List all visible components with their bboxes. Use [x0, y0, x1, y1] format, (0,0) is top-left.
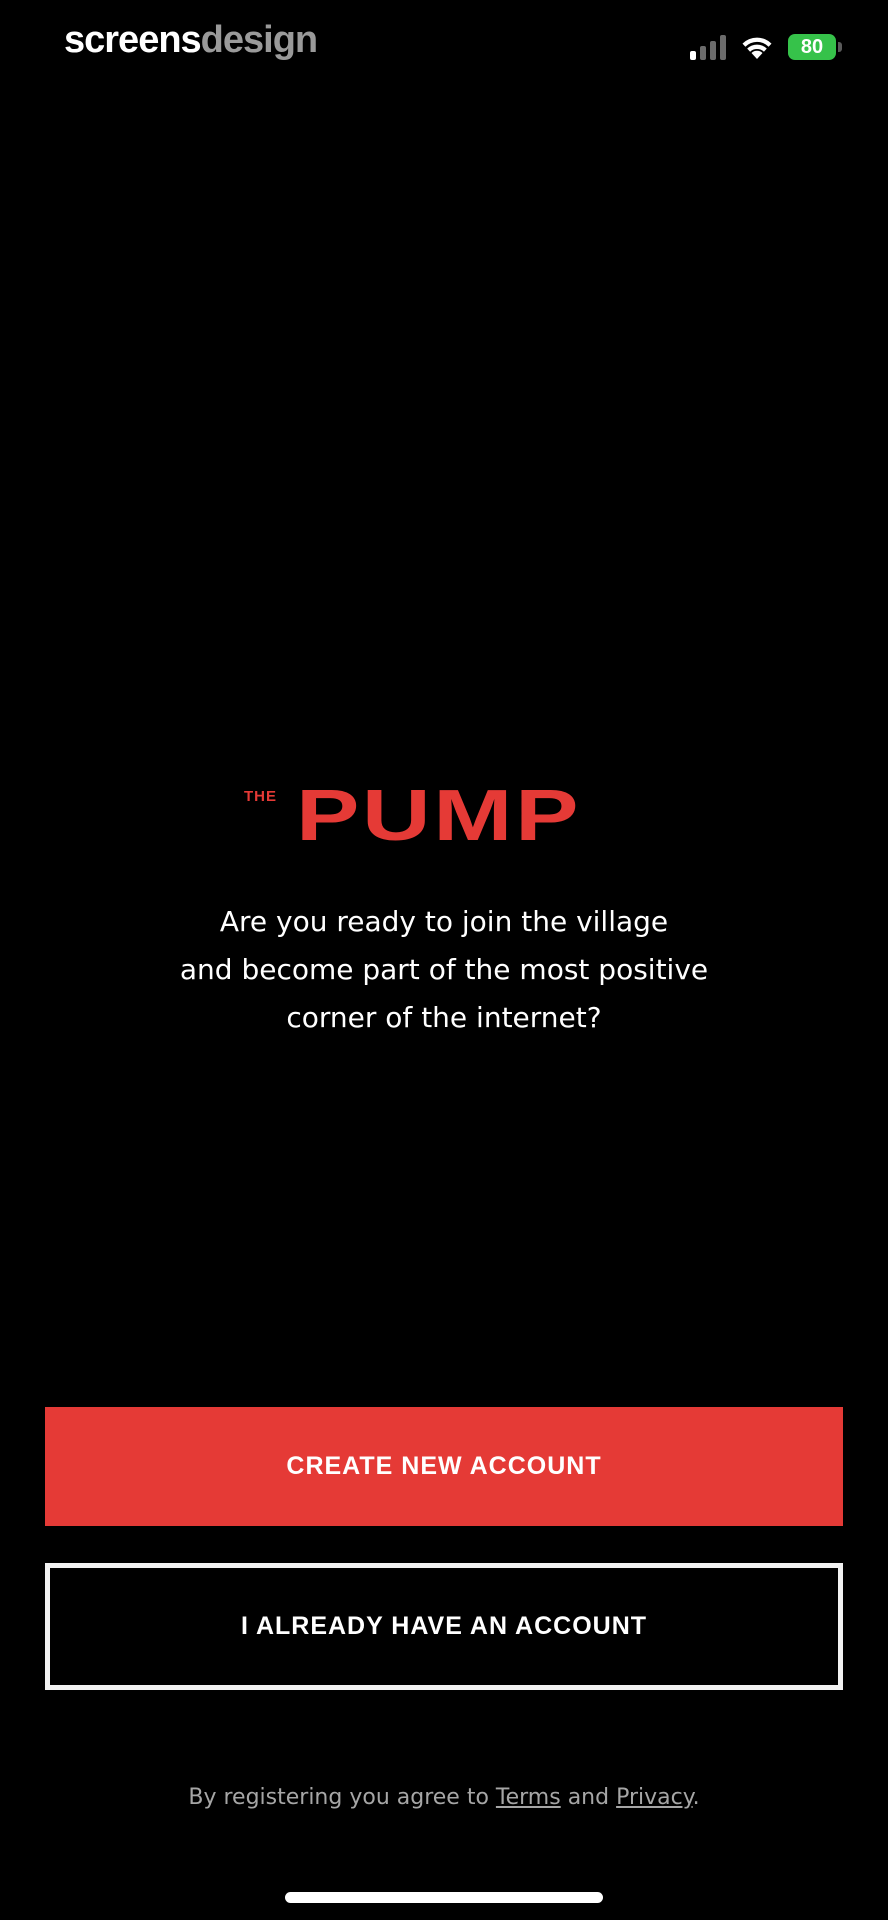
tagline-line-1: Are you ready to join the village [219, 905, 669, 938]
tagline-line-3: corner of the internet? [286, 1001, 602, 1034]
login-button[interactable]: I ALREADY HAVE AN ACCOUNT [45, 1563, 843, 1690]
create-account-button[interactable]: CREATE NEW ACCOUNT [45, 1407, 843, 1526]
legal-suffix: . [692, 1785, 700, 1810]
login-label: I ALREADY HAVE AN ACCOUNT [240, 1612, 648, 1640]
legal-notice: By registering you agree to Terms and Pr… [0, 1780, 888, 1816]
watermark-part-b: design [200, 19, 318, 61]
cellular-signal-icon [690, 34, 726, 60]
status-bar: screensdesign 80 [0, 0, 888, 90]
create-account-label: CREATE NEW ACCOUNT [286, 1452, 602, 1480]
logo-wordmark: THE PUMP [244, 776, 644, 856]
wifi-icon [740, 34, 774, 60]
screensdesign-watermark: screensdesign [64, 18, 318, 62]
legal-middle: and [560, 1785, 617, 1810]
tagline-line-2: and become part of the most positive [179, 953, 709, 986]
logo-name: PUMP [296, 776, 582, 856]
battery-cap [838, 42, 842, 52]
watermark-part-a: screens [64, 19, 202, 61]
legal-prefix: By registering you agree to [188, 1785, 496, 1810]
privacy-link[interactable]: Privacy [616, 1785, 693, 1810]
welcome-tagline: Are you ready to join the village and be… [144, 898, 744, 1042]
app-logo: THE PUMP [0, 776, 888, 856]
home-indicator[interactable] [285, 1892, 603, 1903]
logo-prefix: THE [244, 788, 277, 805]
status-icons: 80 [690, 32, 842, 62]
battery-icon: 80 [788, 33, 842, 61]
battery-level: 80 [788, 34, 836, 60]
terms-link[interactable]: Terms [496, 1785, 561, 1810]
